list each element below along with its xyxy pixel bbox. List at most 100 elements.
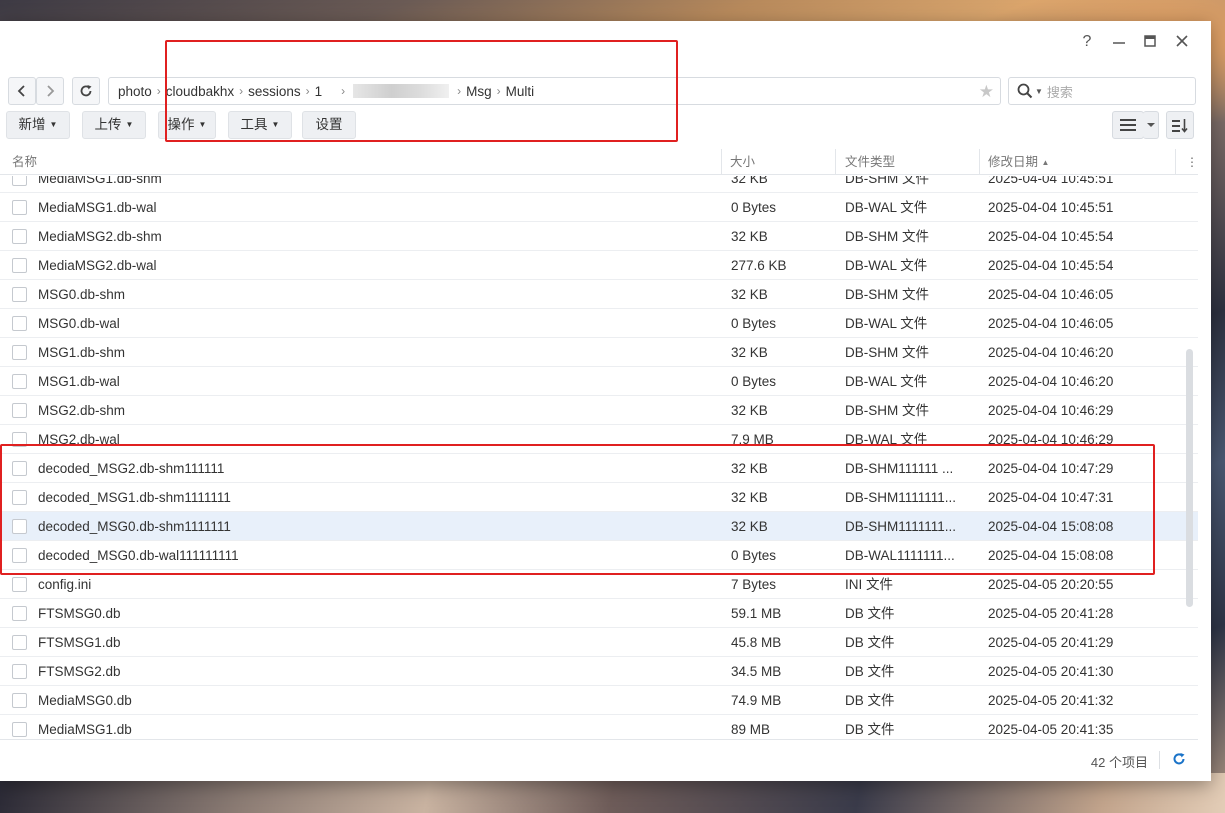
search-options-caret-icon[interactable]: ▼: [1035, 87, 1043, 96]
file-row[interactable]: FTSMSG0.db 59.1 MB DB 文件 2025-04-05 20:41:2…: [0, 599, 1198, 628]
view-options-button[interactable]: [1143, 111, 1159, 139]
favorite-star-icon[interactable]: ★: [979, 83, 994, 101]
row-checkbox[interactable]: [12, 490, 27, 505]
settings-button[interactable]: 设置: [302, 111, 356, 139]
file-row[interactable]: FTSMSG1.db 45.8 MB DB 文件 2025-04-05 20:41:2…: [0, 628, 1198, 657]
minimize-icon[interactable]: [1108, 31, 1130, 53]
file-type: DB 文件: [845, 722, 895, 737]
file-row[interactable]: MSG0.db-shm 32 KB DB-SHM 文件 2025-04-04 10:4…: [0, 280, 1198, 309]
settings-button-label: 设置: [315, 117, 343, 132]
row-checkbox[interactable]: [12, 229, 27, 244]
row-checkbox[interactable]: [12, 258, 27, 273]
file-type: INI 文件: [845, 577, 894, 592]
tools-button[interactable]: 工具 ▼: [228, 111, 292, 139]
file-row[interactable]: MSG0.db-wal 0 Bytes DB-WAL 文件 2025-04-04 10…: [0, 309, 1198, 338]
row-checkbox[interactable]: [12, 374, 27, 389]
row-checkbox[interactable]: [12, 287, 27, 302]
breadcrumb-sessions[interactable]: sessions: [247, 84, 302, 99]
row-checkbox[interactable]: [12, 664, 27, 679]
row-checkbox[interactable]: [12, 176, 27, 186]
file-size: 74.9 MB: [731, 693, 782, 708]
back-button[interactable]: [8, 77, 36, 105]
row-checkbox[interactable]: [12, 461, 27, 476]
file-modified: 2025-04-04 10:47:31: [988, 490, 1114, 505]
column-menu-icon[interactable]: ⋮: [1186, 149, 1198, 175]
file-type: DB-SHM 文件: [845, 403, 929, 418]
breadcrumb-cloudbakhx[interactable]: cloudbakhx: [165, 84, 235, 99]
row-checkbox[interactable]: [12, 693, 27, 708]
column-type[interactable]: 文件类型: [845, 149, 895, 175]
file-modified: 2025-04-05 20:41:30: [988, 664, 1114, 679]
file-size: 34.5 MB: [731, 664, 782, 679]
chevron-down-icon: [1146, 123, 1155, 127]
file-modified: 2025-04-04 10:45:51: [988, 176, 1114, 186]
sort-icon: [1172, 119, 1188, 133]
file-row[interactable]: MediaMSG2.db-wal 277.6 KB DB-WAL 文件 2025-04…: [0, 251, 1198, 280]
dropdown-caret-icon: ▼: [198, 120, 207, 129]
column-divider: [979, 149, 980, 175]
refresh-list-button[interactable]: [1172, 752, 1186, 769]
file-name: FTSMSG1.db: [38, 635, 121, 650]
search-input[interactable]: 搜索: [1047, 82, 1073, 101]
item-count: 42 个项目: [1090, 755, 1148, 770]
file-row[interactable]: MediaMSG0.db 74.9 MB DB 文件 2025-04-05 20:41…: [0, 686, 1198, 715]
file-type: DB-SHM 文件: [845, 345, 929, 360]
refresh-button[interactable]: [72, 77, 100, 105]
file-modified: 2025-04-04 10:45:51: [988, 200, 1114, 215]
new-button[interactable]: 新增 ▼: [6, 111, 70, 139]
row-checkbox[interactable]: [12, 403, 27, 418]
column-size[interactable]: 大小: [730, 149, 755, 175]
action-button[interactable]: 操作 ▼: [158, 111, 216, 139]
breadcrumb-multi[interactable]: Multi: [505, 84, 536, 99]
list-view-button[interactable]: [1112, 111, 1144, 139]
file-type: DB-WAL 文件: [845, 374, 928, 389]
row-checkbox[interactable]: [12, 345, 27, 360]
column-name[interactable]: 名称: [12, 149, 37, 175]
file-modified: 2025-04-05 20:41:35: [988, 722, 1114, 737]
file-modified: 2025-04-04 10:46:20: [988, 374, 1114, 389]
file-modified: 2025-04-04 10:46:29: [988, 403, 1114, 418]
row-checkbox[interactable]: [12, 722, 27, 737]
file-row[interactable]: decoded_MSG0.db-wal111111111 0 Bytes DB-WA…: [0, 541, 1198, 570]
upload-button[interactable]: 上传 ▼: [82, 111, 146, 139]
breadcrumb-1[interactable]: 1: [314, 84, 324, 99]
file-row[interactable]: MSG1.db-wal 0 Bytes DB-WAL 文件 2025-04-04 10…: [0, 367, 1198, 396]
file-size: 45.8 MB: [731, 635, 782, 650]
row-checkbox[interactable]: [12, 519, 27, 534]
row-checkbox[interactable]: [12, 606, 27, 621]
breadcrumb-photo[interactable]: photo: [117, 84, 153, 99]
file-name: MediaMSG1.db: [38, 722, 132, 737]
file-type: DB 文件: [845, 606, 895, 621]
row-checkbox[interactable]: [12, 548, 27, 563]
file-row[interactable]: MediaMSG1.db-shm 32 KB DB-SHM 文件 2025-04-04…: [0, 176, 1198, 193]
file-row[interactable]: FTSMSG2.db 34.5 MB DB 文件 2025-04-05 20:41:3…: [0, 657, 1198, 686]
sort-button[interactable]: [1166, 111, 1194, 139]
file-type: DB-WAL 文件: [845, 432, 928, 447]
file-row[interactable]: MSG1.db-shm 32 KB DB-SHM 文件 2025-04-04 10:4…: [0, 338, 1198, 367]
file-type: DB-WAL1111111...: [845, 548, 955, 563]
row-checkbox[interactable]: [12, 200, 27, 215]
row-checkbox[interactable]: [12, 635, 27, 650]
row-checkbox[interactable]: [12, 432, 27, 447]
new-button-label: 新增: [18, 117, 46, 132]
file-row[interactable]: MediaMSG1.db 89 MB DB 文件 2025-04-05 20:41:3…: [0, 715, 1198, 739]
close-icon[interactable]: [1171, 31, 1193, 53]
maximize-icon[interactable]: [1139, 31, 1161, 53]
forward-button[interactable]: [36, 77, 64, 105]
row-checkbox[interactable]: [12, 577, 27, 592]
file-row[interactable]: decoded_MSG1.db-shm1111111 32 KB DB-SHM111…: [0, 483, 1198, 512]
column-modified[interactable]: 修改日期 ▲: [988, 149, 1049, 175]
help-icon[interactable]: ?: [1076, 31, 1098, 53]
file-row[interactable]: decoded_MSG2.db-shm111111 32 KB DB-SHM1111…: [0, 454, 1198, 483]
breadcrumb-msg[interactable]: Msg: [465, 84, 493, 99]
path-bar[interactable]: photo › cloudbakhx › sessions › 1 › › Ms…: [108, 77, 1001, 105]
search-box[interactable]: ▼ 搜索: [1008, 77, 1196, 105]
row-checkbox[interactable]: [12, 316, 27, 331]
file-row[interactable]: decoded_MSG0.db-shm1111111 32 KB DB-SHM111…: [0, 512, 1198, 541]
file-row[interactable]: MSG2.db-wal 7.9 MB DB-WAL 文件 2025-04-04 10:…: [0, 425, 1198, 454]
file-row[interactable]: config.ini 7 Bytes INI 文件 2025-04-05 20:20:…: [0, 570, 1198, 599]
file-row[interactable]: MSG2.db-shm 32 KB DB-SHM 文件 2025-04-04 10:4…: [0, 396, 1198, 425]
file-row[interactable]: MediaMSG2.db-shm 32 KB DB-SHM 文件 2025-04-04…: [0, 222, 1198, 251]
file-row[interactable]: MediaMSG1.db-wal 0 Bytes DB-WAL 文件 2025-04-…: [0, 193, 1198, 222]
vertical-scrollbar[interactable]: [1186, 349, 1193, 607]
